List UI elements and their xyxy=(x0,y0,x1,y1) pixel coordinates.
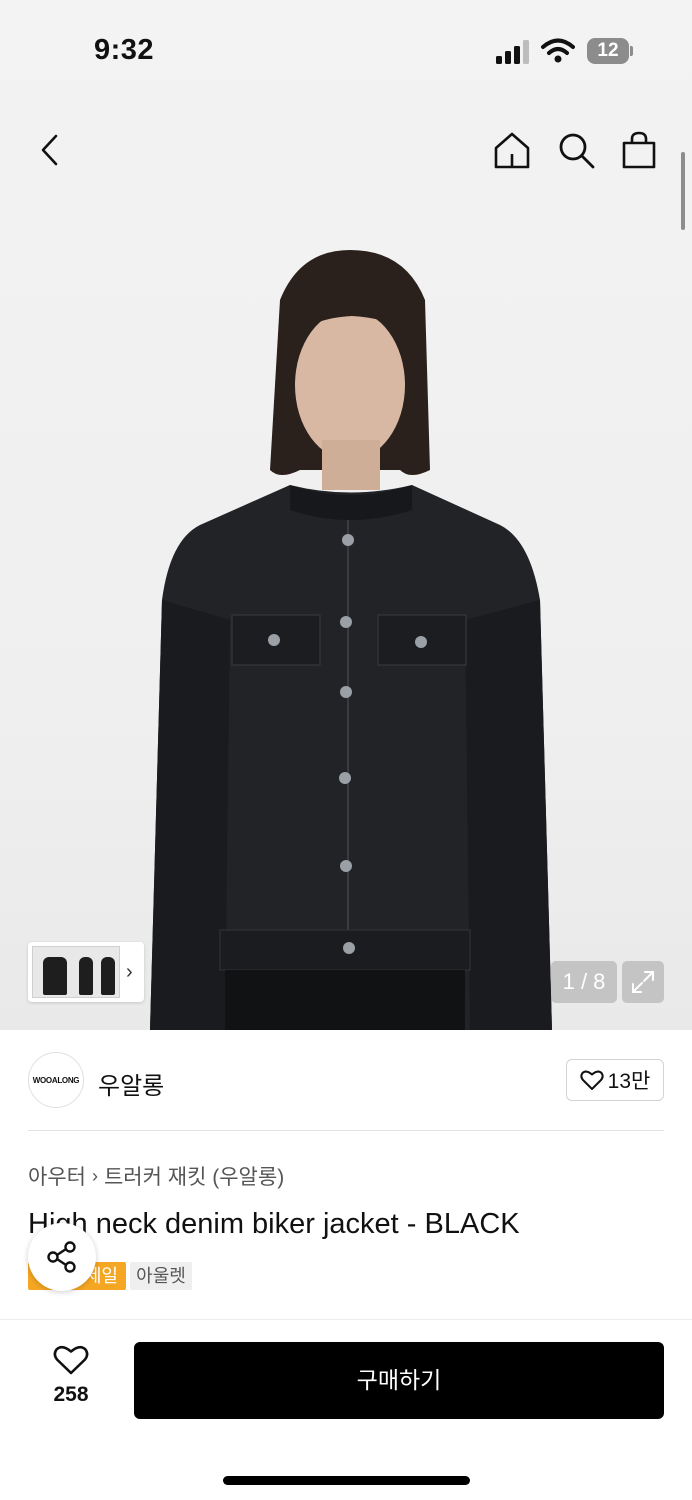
search-icon xyxy=(559,133,595,169)
wishlist-count: 258 xyxy=(53,1383,89,1406)
breadcrumb-subcategory[interactable]: 트러커 재킷 (우알롱) xyxy=(104,1161,284,1191)
thumbnail-strip[interactable]: › xyxy=(28,942,144,1002)
wishlist-button[interactable]: 258 xyxy=(40,1344,102,1414)
share-icon xyxy=(47,1241,76,1273)
status-time: 9:32 xyxy=(94,34,155,66)
thumbnail-image xyxy=(32,946,120,998)
battery-level: 12 xyxy=(587,38,629,64)
breadcrumb-separator: › xyxy=(91,1165,98,1186)
heart-icon xyxy=(53,1345,89,1375)
scrollbar[interactable] xyxy=(681,152,685,230)
brand-like-button[interactable]: 13만 xyxy=(566,1059,664,1101)
chevron-right-icon: › xyxy=(126,960,133,983)
product-image-gallery[interactable]: 9:32 12 › 1 / 8 xyxy=(0,0,692,1030)
home-indicator[interactable] xyxy=(223,1476,470,1485)
bottom-bar-divider xyxy=(0,1319,692,1320)
cellular-signal-icon xyxy=(496,40,529,64)
breadcrumb: 아우터 › 트러커 재킷 (우알롱) xyxy=(28,1161,284,1191)
product-title: High neck denim biker jacket - BLACK xyxy=(28,1208,520,1240)
buy-button[interactable]: 구매하기 xyxy=(134,1342,664,1419)
home-icon xyxy=(494,132,530,169)
wifi-icon xyxy=(541,38,575,63)
back-button[interactable] xyxy=(28,128,72,172)
outlet-badge: 아울렛 xyxy=(130,1262,192,1290)
breadcrumb-category[interactable]: 아우터 xyxy=(28,1161,86,1191)
expand-button[interactable] xyxy=(622,961,664,1003)
brand-logo[interactable]: WOOALONG xyxy=(28,1052,84,1108)
heart-icon xyxy=(580,1070,604,1090)
chevron-left-icon xyxy=(41,134,58,166)
shopping-bag-button[interactable] xyxy=(617,128,661,172)
battery-tip xyxy=(630,46,633,56)
brand-like-count: 13만 xyxy=(607,1070,651,1093)
share-button[interactable] xyxy=(28,1223,96,1291)
brand-name[interactable]: 우알롱 xyxy=(98,1066,164,1101)
search-button[interactable] xyxy=(554,128,598,172)
divider xyxy=(28,1130,664,1131)
image-page-counter: 1 / 8 xyxy=(551,961,617,1003)
shopping-bag-icon xyxy=(622,131,656,169)
expand-icon xyxy=(632,971,654,993)
home-button[interactable] xyxy=(490,128,534,172)
battery-indicator: 12 xyxy=(587,38,633,64)
